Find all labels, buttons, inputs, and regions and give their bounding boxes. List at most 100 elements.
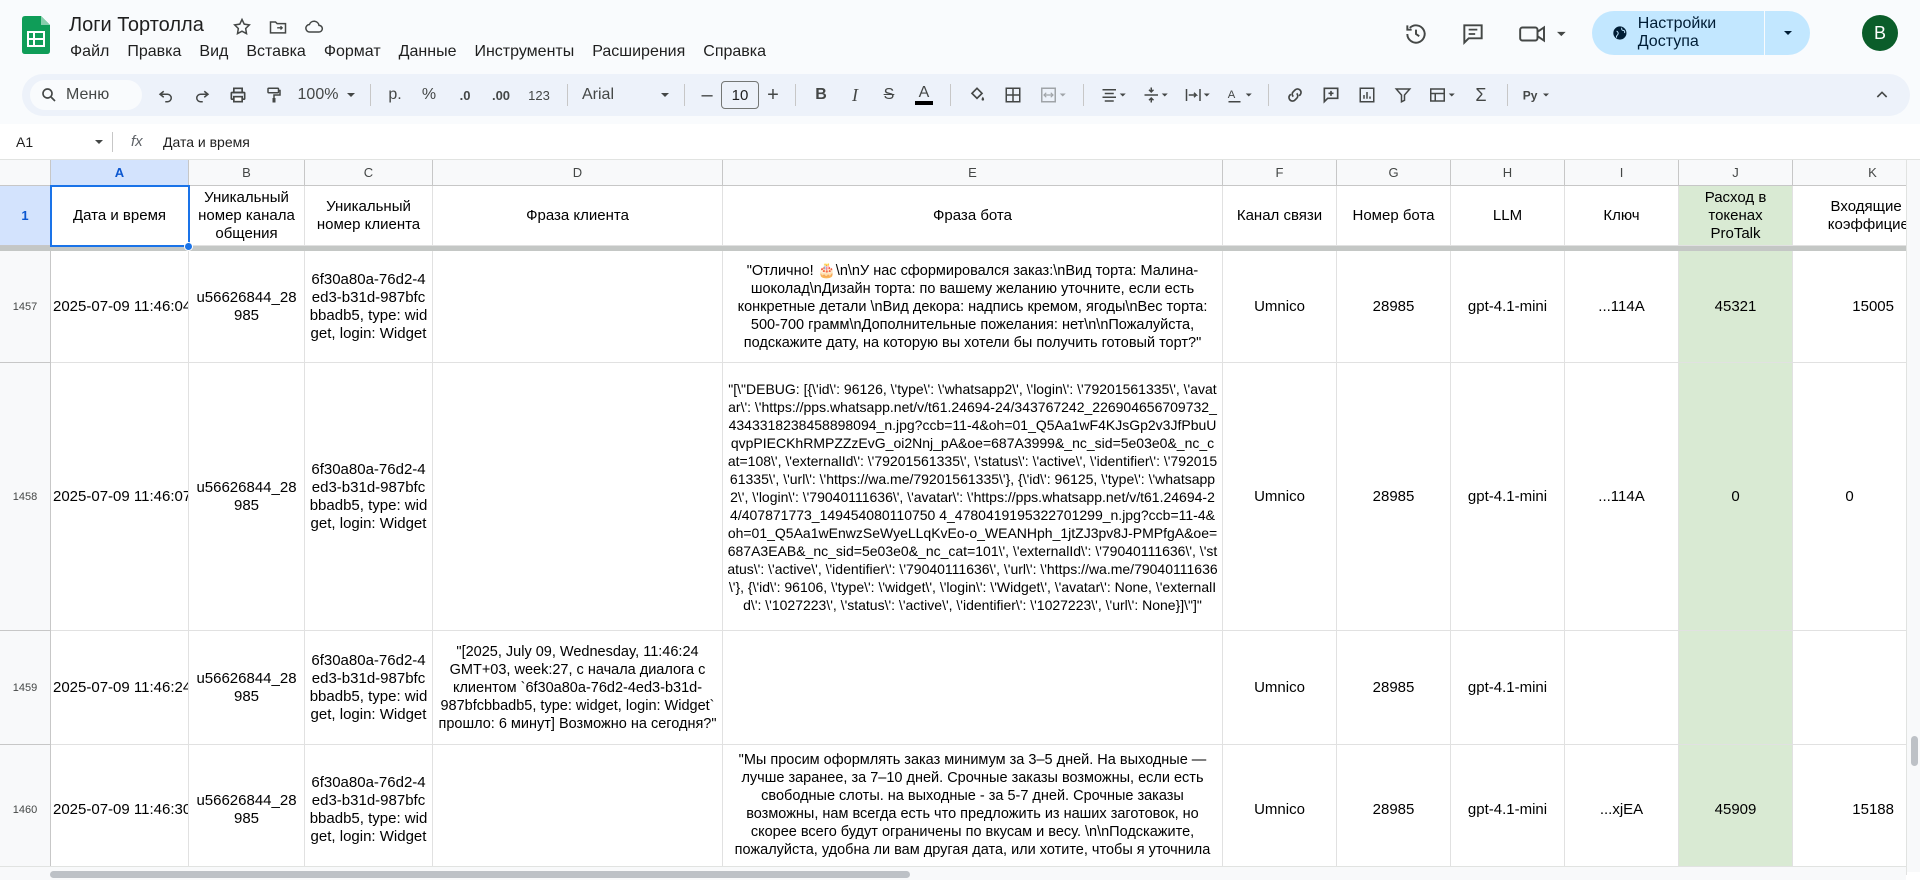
table-cell[interactable]: 45321 [1679,251,1793,363]
functions-icon[interactable]: Σ [1463,79,1499,111]
table-cell[interactable]: 0 [1679,363,1793,631]
share-button[interactable]: Настройки Доступа [1592,11,1810,55]
column-header[interactable]: K [1793,160,1920,186]
font-size-input[interactable]: 10 [721,81,759,109]
filter-icon[interactable] [1385,79,1421,111]
menu-edit[interactable]: Правка [118,41,190,63]
comments-icon[interactable] [1455,16,1491,52]
paint-format-icon[interactable] [256,79,292,111]
table-cell[interactable]: u56626844_28985 [189,631,305,745]
menu-help[interactable]: Справка [694,41,775,63]
select-all-corner[interactable] [0,160,51,186]
insert-chart-icon[interactable] [1349,79,1385,111]
column-header[interactable]: G [1337,160,1451,186]
menu-data[interactable]: Данные [390,41,466,63]
header-cell[interactable]: Уникальный номер клиента [305,186,433,246]
formula-input[interactable]: Дата и время [163,134,250,150]
table-cell[interactable]: gpt-4.1-mini [1451,745,1565,875]
text-wrapping-icon[interactable] [1176,79,1218,111]
column-header[interactable]: H [1451,160,1565,186]
vertical-scroll-thumb[interactable] [1911,736,1918,766]
table-cell[interactable] [433,251,723,363]
font-select[interactable]: Arial [576,79,676,111]
header-cell[interactable]: Ключ [1565,186,1679,246]
table-cell[interactable]: Umnico [1223,745,1337,875]
cloud-status-icon[interactable] [300,14,328,40]
header-cell[interactable]: Канал связи [1223,186,1337,246]
fill-color-icon[interactable] [959,79,995,111]
column-header[interactable]: D [433,160,723,186]
share-dropdown-chevron-icon[interactable] [1765,11,1810,55]
sheets-logo-icon[interactable] [22,16,50,54]
table-cell[interactable] [1565,631,1679,745]
column-header[interactable]: C [305,160,433,186]
table-cell[interactable]: 15188 [1793,745,1907,875]
row-number[interactable]: 1458 [0,363,51,631]
row-number[interactable]: 1457 [0,251,51,363]
document-title[interactable]: Логи Тортолла [69,14,204,37]
collapse-toolbar-icon[interactable] [1864,79,1900,111]
version-history-icon[interactable] [1398,16,1434,52]
table-cell[interactable]: u56626844_28985 [189,745,305,875]
table-cell[interactable]: "[\"DEBUG: [{\'id\': 96126, \'type\': \'… [723,363,1223,631]
borders-icon[interactable] [995,79,1031,111]
font-size-decrease-button[interactable]: – [693,79,721,111]
table-cell[interactable] [1793,631,1907,745]
percent-format-button[interactable]: % [411,79,447,111]
vertical-align-icon[interactable] [1134,79,1176,111]
table-cell[interactable]: u56626844_28985 [189,363,305,631]
header-cell[interactable]: Входящие б коэффициен [1793,186,1920,246]
column-header[interactable]: E [723,160,1223,186]
star-icon[interactable] [228,14,256,40]
menu-file[interactable]: Файл [61,41,118,63]
table-cell[interactable]: 28985 [1337,745,1451,875]
undo-icon[interactable] [148,79,184,111]
table-cell[interactable]: 6f30a80a-76d2-4ed3-b31d-987bfcbbadb5, ty… [305,745,433,875]
strikethrough-button[interactable]: S [872,79,906,111]
menu-format[interactable]: Формат [315,41,390,63]
table-cell[interactable]: 2025-07-09 11:46:07 [51,363,189,631]
table-cell[interactable]: 2025-07-09 11:46:04 [51,251,189,363]
menu-extensions[interactable]: Расширения [583,41,694,63]
table-cell[interactable]: "[2025, July 09, Wednesday, 11:46:24 GMT… [433,631,723,745]
row-number[interactable]: 1459 [0,631,51,745]
increase-decimal-button[interactable]: .00 [483,79,519,111]
row-number[interactable]: 1 [0,186,51,246]
number-format-button[interactable]: 123 [519,79,559,111]
italic-button[interactable]: I [838,79,872,111]
table-cell[interactable]: 0 [1793,363,1907,631]
fill-handle[interactable] [184,242,193,251]
table-cell[interactable]: Umnico [1223,251,1337,363]
table-cell[interactable]: 45909 [1679,745,1793,875]
name-box[interactable]: A1 [0,134,112,150]
table-view-icon[interactable] [1421,79,1463,111]
move-folder-icon[interactable] [264,14,292,40]
currency-format-button[interactable]: р. [379,79,411,111]
table-cell[interactable] [433,363,723,631]
header-cell[interactable]: Уникальный номер канала общения [189,186,305,246]
table-cell[interactable]: gpt-4.1-mini [1451,251,1565,363]
table-cell[interactable] [723,631,1223,745]
table-cell[interactable]: "Отлично! 🎂\n\nУ нас сформировался заказ… [723,251,1223,363]
bold-button[interactable]: B [804,79,838,111]
header-cell[interactable]: Номер бота [1337,186,1451,246]
table-cell[interactable]: 6f30a80a-76d2-4ed3-b31d-987bfcbbadb5, ty… [305,251,433,363]
text-rotation-icon[interactable]: A [1218,79,1260,111]
table-cell[interactable]: u56626844_28985 [189,251,305,363]
table-cell[interactable]: 2025-07-09 11:46:24 [51,631,189,745]
header-cell[interactable]: Фраза бота [723,186,1223,246]
decrease-decimal-button[interactable]: .0 [447,79,483,111]
header-cell[interactable]: Фраза клиента [433,186,723,246]
insert-link-icon[interactable] [1277,79,1313,111]
table-cell[interactable]: ...114A [1565,363,1679,631]
row-number[interactable]: 1460 [0,745,51,875]
horizontal-scroll-thumb[interactable] [50,871,910,878]
table-cell[interactable]: 28985 [1337,631,1451,745]
table-cell[interactable]: gpt-4.1-mini [1451,631,1565,745]
table-cell[interactable] [1679,631,1793,745]
table-cell[interactable] [433,745,723,875]
print-icon[interactable] [220,79,256,111]
header-cell[interactable]: LLM [1451,186,1565,246]
column-header[interactable]: B [189,160,305,186]
insert-comment-icon[interactable] [1313,79,1349,111]
